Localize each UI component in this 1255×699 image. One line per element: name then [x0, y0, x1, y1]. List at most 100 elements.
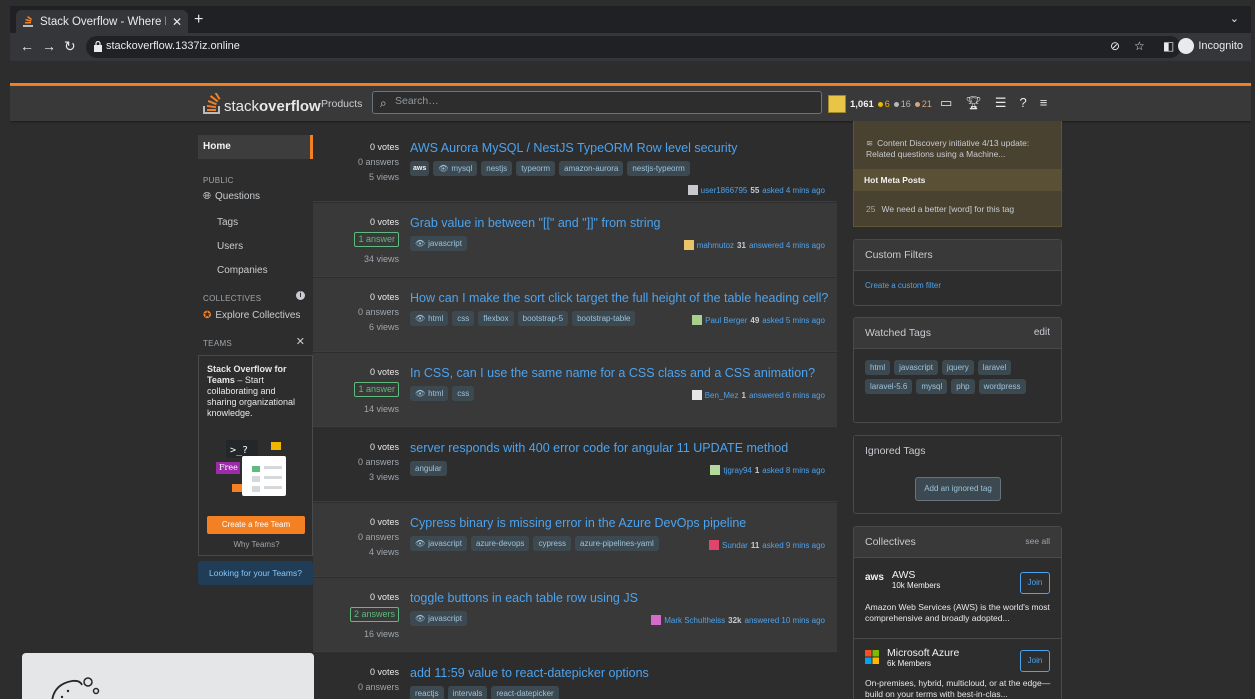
collective-name[interactable]: AWS	[892, 569, 940, 581]
tag[interactable]: intervals	[447, 686, 488, 699]
user-name[interactable]: Sundar	[722, 541, 748, 550]
tag[interactable]: css	[452, 386, 475, 401]
tag[interactable]: aws	[410, 161, 430, 176]
meta-post-link[interactable]: ≋ Content Discovery initiative 4/13 updat…	[866, 138, 1056, 160]
question-time[interactable]: asked 5 mins ago	[762, 316, 825, 325]
tag[interactable]: nestjs-typeorm	[627, 161, 690, 176]
new-tab-icon[interactable]: +	[194, 11, 203, 29]
nav-users[interactable]: Users	[217, 241, 243, 252]
question-time[interactable]: answered 6 mins ago	[749, 391, 825, 400]
collective-name[interactable]: Microsoft Azure	[887, 647, 959, 659]
tag[interactable]: reactjs	[410, 686, 444, 699]
tag[interactable]: bootstrap-table	[572, 311, 636, 326]
tag[interactable]: amazon-aurora	[559, 161, 624, 176]
tag[interactable]: typeorm	[516, 161, 556, 176]
create-filter-link[interactable]: Create a custom filter	[854, 271, 1061, 300]
question-title[interactable]: In CSS, can I use the same name for a CS…	[410, 366, 815, 380]
question-title[interactable]: server responds with 400 error code for …	[410, 441, 788, 455]
tag[interactable]: 👁︎ javascript	[410, 236, 467, 251]
edit-link[interactable]: edit	[1034, 327, 1050, 339]
help-icon[interactable]: ?	[1019, 95, 1026, 111]
user-name[interactable]: tjgray94	[723, 466, 751, 475]
tag[interactable]: javascript	[894, 360, 938, 375]
tag[interactable]: 👁︎ html	[410, 386, 449, 401]
tag[interactable]: laravel	[977, 360, 1012, 375]
tag[interactable]: 👁︎ javascript	[410, 536, 467, 551]
question-time[interactable]: answered 10 mins ago	[745, 616, 826, 625]
products-menu[interactable]: Products	[321, 98, 362, 110]
tag[interactable]: jquery	[941, 360, 974, 375]
back-icon[interactable]: ←	[20, 38, 34, 54]
tag[interactable]: 👁︎ mysql	[433, 161, 478, 176]
tag[interactable]: wordpress	[978, 379, 1026, 394]
tag[interactable]: bootstrap-5	[517, 311, 569, 326]
tag[interactable]: 👁︎ html	[410, 311, 449, 326]
side-panel-icon[interactable]: ◧	[1163, 39, 1174, 53]
user-avatar[interactable]	[687, 185, 698, 195]
nav-home[interactable]: Home	[198, 135, 313, 159]
question-title[interactable]: add 11:59 value to react-datepicker opti…	[410, 666, 649, 680]
meta-post-link[interactable]: 25 We need a better [word] for this tag	[866, 204, 1020, 214]
eye-off-icon[interactable]: ⊘	[1110, 39, 1120, 53]
user-name[interactable]: Paul Berger	[705, 316, 747, 325]
search-input[interactable]	[395, 95, 795, 107]
create-team-button[interactable]: Create a free Team	[207, 516, 305, 534]
tag[interactable]: azure-devops	[470, 536, 530, 551]
user-card[interactable]: 1,061 6 16 21	[828, 95, 932, 113]
add-ignored-tag-button[interactable]: Add an ignored tag	[915, 477, 1001, 501]
star-icon[interactable]: ☆	[1134, 39, 1145, 53]
inbox-icon[interactable]: ▭	[940, 95, 952, 111]
user-avatar[interactable]	[692, 315, 703, 325]
question-title[interactable]: Grab value in between "[[" and "]]" from…	[410, 216, 661, 230]
review-queue-icon[interactable]: ☰	[995, 95, 1007, 111]
tag[interactable]: react-datepicker	[491, 686, 559, 699]
tag[interactable]: flexbox	[478, 311, 514, 326]
forward-icon[interactable]: →	[42, 38, 56, 54]
nav-tags[interactable]: Tags	[217, 217, 238, 228]
user-name[interactable]: Ben_Mez	[705, 391, 739, 400]
reload-icon[interactable]: ↻	[64, 38, 76, 55]
question-time[interactable]: asked 8 mins ago	[762, 466, 825, 475]
close-tab-icon[interactable]: ✕	[172, 15, 182, 29]
site-logo[interactable]: stackoverflow	[202, 93, 321, 115]
address-bar[interactable]: stackoverflow.1337iz.online	[86, 36, 1181, 58]
question-title[interactable]: toggle buttons in each table row using J…	[410, 591, 638, 605]
browser-tab[interactable]: Stack Overflow - Where D ✕	[16, 10, 188, 33]
user-avatar[interactable]	[710, 465, 721, 475]
nav-explore-collectives[interactable]: ✪ Explore Collectives	[203, 310, 300, 321]
tag[interactable]: azure-pipelines-yaml	[575, 536, 659, 551]
user-avatar[interactable]	[683, 240, 694, 250]
close-icon[interactable]: ✕	[296, 335, 305, 348]
site-switcher-icon[interactable]: ≡	[1040, 95, 1048, 111]
tab-search-icon[interactable]: ⌄	[1230, 12, 1239, 25]
user-name[interactable]: user1866795	[701, 186, 748, 195]
tag[interactable]: nestjs	[481, 161, 513, 176]
question-time[interactable]: answered 4 mins ago	[749, 241, 825, 250]
user-avatar[interactable]	[709, 540, 720, 550]
see-all-link[interactable]: see all	[1025, 536, 1050, 548]
tag[interactable]: laravel-5.6	[865, 379, 913, 394]
user-name[interactable]: Mark Schultheiss	[664, 616, 725, 625]
tag[interactable]: mysql	[916, 379, 948, 394]
nav-questions[interactable]: 🌐︎ Questions	[203, 191, 260, 202]
info-icon[interactable]: i	[296, 291, 305, 300]
user-avatar[interactable]	[691, 390, 702, 400]
tag[interactable]: html	[865, 360, 891, 375]
find-teams-button[interactable]: Looking for your Teams?	[198, 561, 313, 585]
question-time[interactable]: asked 9 mins ago	[762, 541, 825, 550]
tag[interactable]: cypress	[533, 536, 571, 551]
tag[interactable]: 👁︎ javascript	[410, 611, 467, 626]
question-time[interactable]: asked 4 mins ago	[762, 186, 825, 195]
join-aws-button[interactable]: Join	[1020, 572, 1050, 594]
achievements-icon[interactable]: 🏆︎	[965, 95, 982, 111]
incognito-badge[interactable]: Incognito	[1178, 38, 1243, 54]
tag[interactable]: php	[951, 379, 975, 394]
nav-companies[interactable]: Companies	[217, 265, 268, 276]
user-avatar[interactable]	[651, 615, 662, 625]
search-box[interactable]: ⌕	[372, 91, 822, 114]
question-title[interactable]: AWS Aurora MySQL / NestJS TypeORM Row le…	[410, 141, 737, 155]
why-teams-link[interactable]: Why Teams?	[199, 540, 314, 549]
tag[interactable]: css	[452, 311, 475, 326]
question-title[interactable]: How can I make the sort click target the…	[410, 291, 828, 305]
user-name[interactable]: mahmutoz	[697, 241, 734, 250]
